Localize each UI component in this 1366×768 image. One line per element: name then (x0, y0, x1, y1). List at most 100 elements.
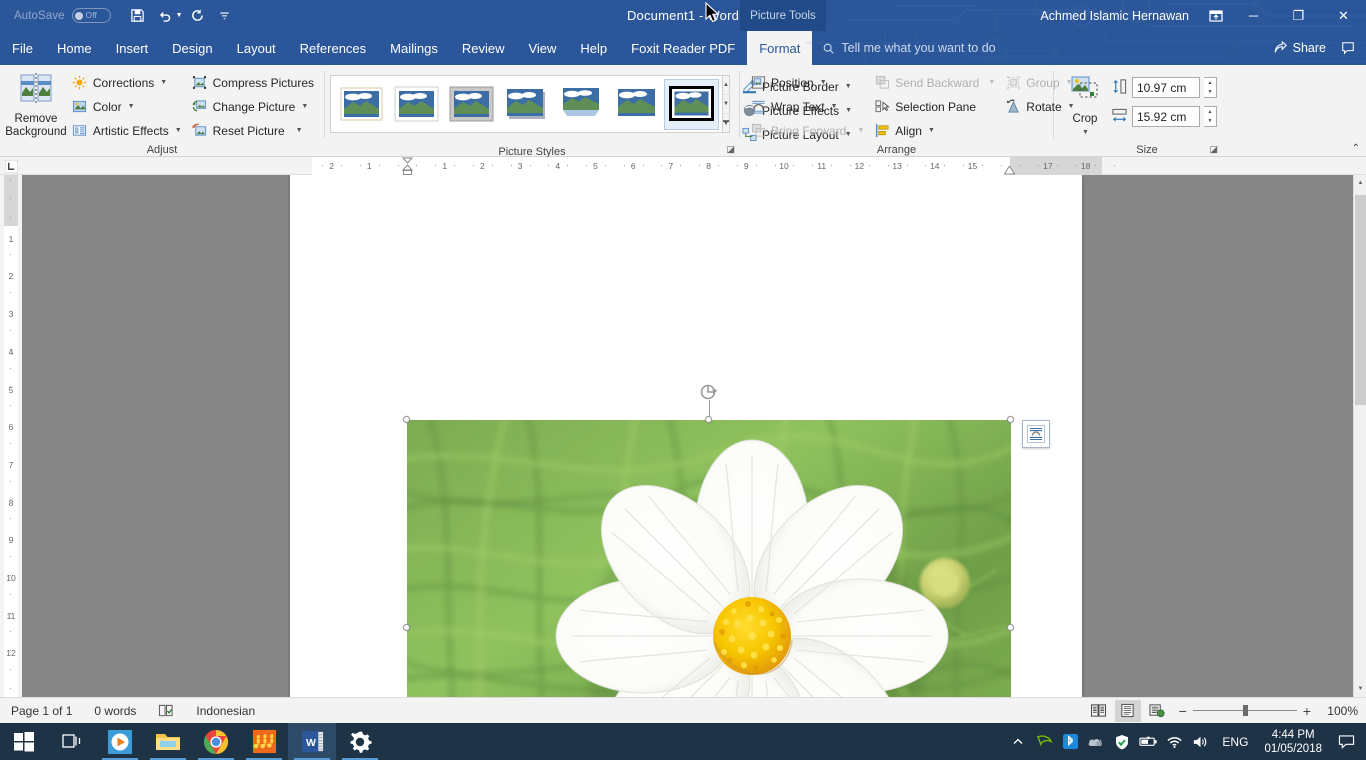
reset-picture-button[interactable]: Reset Picture ▼ (187, 119, 319, 142)
align-button[interactable]: Align ▼ (869, 119, 1000, 142)
security-icon[interactable] (1110, 723, 1134, 760)
tab-home[interactable]: Home (45, 31, 104, 65)
shape-height-input[interactable]: 10.97 cm (1132, 77, 1200, 98)
resize-handle-top-center[interactable] (705, 416, 712, 423)
tab-references[interactable]: References (288, 31, 378, 65)
tab-stop-selector[interactable] (0, 157, 22, 175)
wifi-icon[interactable] (1162, 723, 1186, 760)
picture-style-0[interactable] (335, 80, 388, 129)
rotate-handle[interactable] (698, 382, 720, 404)
width-spin-down-icon[interactable]: ▼ (1204, 117, 1216, 127)
zoom-thumb[interactable] (1242, 705, 1248, 716)
minimize-button[interactable]: ─ (1231, 0, 1276, 31)
position-caret-icon[interactable]: ▼ (820, 79, 827, 86)
tab-mailings[interactable]: Mailings (378, 31, 450, 65)
height-spin-down-icon[interactable]: ▼ (1204, 88, 1216, 98)
save-icon[interactable] (125, 4, 150, 28)
remove-background-button[interactable]: Remove Background (5, 69, 67, 139)
restore-button[interactable]: ❐ (1276, 0, 1321, 31)
language-indicator-tray[interactable]: ENG (1214, 735, 1256, 749)
view-print-layout-button[interactable] (1114, 699, 1141, 722)
resize-handle-top-right[interactable] (1007, 416, 1014, 423)
page-indicator[interactable]: Page 1 of 1 (0, 704, 83, 718)
tab-layout[interactable]: Layout (225, 31, 288, 65)
change-picture-caret-icon[interactable]: ▼ (301, 103, 308, 110)
media-player-app[interactable] (96, 723, 144, 760)
word-count[interactable]: 0 words (83, 704, 147, 718)
language-indicator[interactable]: Indonesian (185, 704, 266, 718)
undo-icon[interactable] (152, 4, 177, 28)
reset-picture-caret-icon[interactable]: ▼ (296, 127, 303, 134)
crop-caret-icon[interactable]: ▼ (1082, 126, 1089, 139)
shape-width-input[interactable]: 15.92 cm (1132, 106, 1200, 127)
corrections-caret-icon[interactable]: ▼ (160, 79, 167, 86)
shape-width-spinner[interactable]: ▲ ▼ (1204, 106, 1217, 127)
tab-foxit-reader-pdf[interactable]: Foxit Reader PDF (619, 31, 747, 65)
artistic-effects-caret-icon[interactable]: ▼ (175, 127, 182, 134)
picture-styles-gallery[interactable] (330, 75, 723, 133)
document-canvas[interactable]: ▲ ▼ (22, 175, 1366, 697)
scroll-down-icon[interactable]: ▼ (1354, 681, 1366, 697)
vertical-scrollbar[interactable]: ▲ ▼ (1353, 175, 1366, 697)
tab-format[interactable]: Format (747, 31, 813, 65)
wrap-text-button[interactable]: Wrap Text ▼ (745, 95, 869, 118)
align-caret-icon[interactable]: ▼ (928, 127, 935, 134)
resize-handle-middle-right[interactable] (1007, 624, 1014, 631)
close-button[interactable]: ✕ (1321, 0, 1366, 31)
word-app[interactable]: W (288, 723, 336, 760)
picture-style-3[interactable] (500, 80, 553, 129)
vertical-scrollbar-thumb[interactable] (1355, 195, 1366, 405)
view-web-layout-button[interactable] (1144, 700, 1170, 722)
flower-image[interactable] (407, 420, 1011, 697)
change-picture-button[interactable]: Change Picture ▼ (187, 95, 319, 118)
undo-caret-icon[interactable]: ▼ (176, 12, 183, 19)
bluetooth-icon[interactable] (1058, 723, 1082, 760)
volume-icon[interactable] (1188, 723, 1212, 760)
corrections-button[interactable]: Corrections ▼ (67, 71, 187, 94)
customize-qat-icon[interactable] (212, 4, 237, 28)
shape-height-spinner[interactable]: ▲ ▼ (1204, 77, 1217, 98)
picture-style-5[interactable] (610, 80, 663, 129)
shape-height-field[interactable]: 10.97 cm ▲ ▼ (1111, 75, 1217, 100)
tab-review[interactable]: Review (450, 31, 517, 65)
share-button[interactable]: Share (1273, 41, 1326, 55)
battery-icon[interactable] (1136, 723, 1160, 760)
gallery-more-icon[interactable]: ▬ ▼ (723, 114, 729, 132)
picture-style-6[interactable] (664, 78, 719, 130)
zoom-level[interactable]: 100% (1320, 704, 1358, 718)
layout-options-button[interactable] (1022, 420, 1050, 448)
picture-style-1[interactable] (390, 80, 443, 129)
picture-style-2[interactable] (445, 80, 498, 129)
first-line-indent-marker[interactable] (401, 157, 414, 175)
vertical-ruler[interactable]: 1 2 3 4 5 6 7 8 9 10 11 12 (0, 175, 22, 697)
tab-design[interactable]: Design (160, 31, 224, 65)
size-dialog-launcher-icon[interactable]: ◪ (1209, 144, 1218, 155)
crop-button[interactable]: Crop ▼ (1059, 71, 1111, 139)
compress-pictures-button[interactable]: Compress Pictures (187, 71, 319, 94)
gallery-scroll-down-icon[interactable]: ▼ (723, 95, 729, 114)
ribbon-display-options-icon[interactable] (1201, 0, 1231, 31)
task-view-button[interactable] (48, 723, 96, 760)
zoom-in-button[interactable]: + (1303, 703, 1311, 719)
proofing-status[interactable] (147, 703, 185, 718)
tab-insert[interactable]: Insert (104, 31, 161, 65)
view-read-mode-button[interactable] (1086, 700, 1112, 722)
picture-style-4[interactable] (555, 80, 608, 129)
user-account-name[interactable]: Achmed Islamic Hernawan (1040, 9, 1189, 23)
wrap-text-caret-icon[interactable]: ▼ (831, 103, 838, 110)
resize-handle-top-left[interactable] (403, 416, 410, 423)
shape-width-field[interactable]: 15.92 cm ▲ ▼ (1111, 104, 1217, 129)
gallery-scroll-up-icon[interactable]: ▲ (723, 76, 729, 95)
redo-icon[interactable] (185, 4, 210, 28)
nvidia-icon[interactable] (1032, 723, 1056, 760)
clock[interactable]: 4:44 PM 01/05/2018 (1258, 728, 1328, 756)
zoom-track[interactable] (1192, 705, 1297, 716)
horizontal-ruler[interactable]: 2 1 1 2 3 4 5 6 7 8 9 10 11 12 13 14 15 17 18 (22, 157, 1366, 175)
settings-app[interactable] (336, 723, 384, 760)
height-spin-up-icon[interactable]: ▲ (1204, 78, 1216, 88)
autosave-control[interactable]: AutoSave Off (14, 8, 111, 23)
chrome-app[interactable] (192, 723, 240, 760)
artistic-effects-button[interactable]: Artistic Effects ▼ (67, 119, 187, 142)
zoom-slider[interactable]: − + (1179, 703, 1311, 719)
notifications-button[interactable] (1330, 723, 1362, 760)
